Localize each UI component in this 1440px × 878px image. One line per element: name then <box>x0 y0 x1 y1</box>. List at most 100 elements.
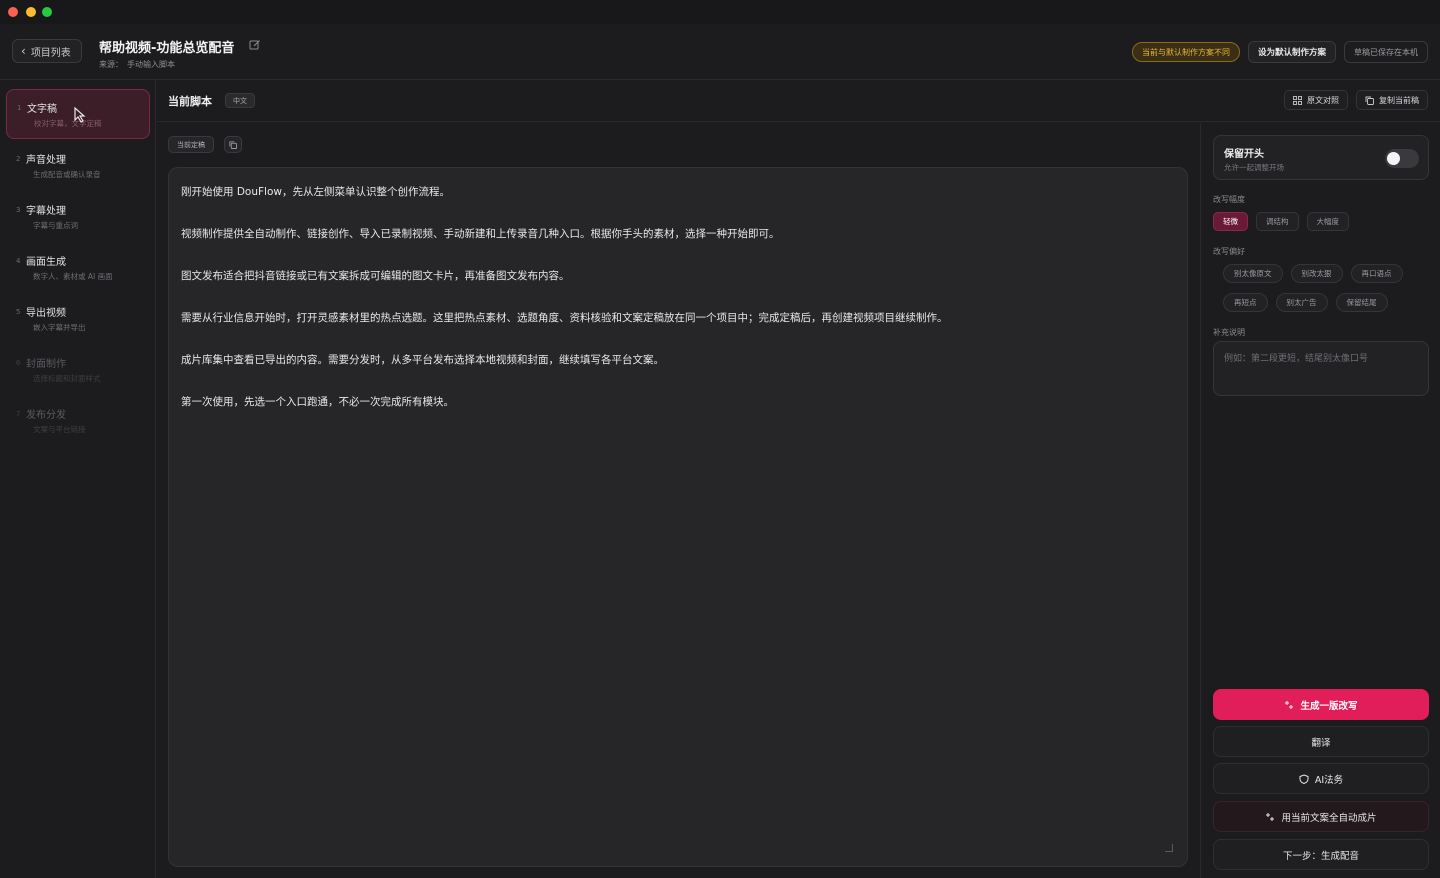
copy-draft-button[interactable]: 复制当前稿 <box>1356 90 1428 110</box>
step-description: 嵌入字幕并导出 <box>33 323 86 332</box>
auto-produce-button[interactable]: 用当前文案全自动成片 <box>1213 801 1429 832</box>
source-value: 手动输入脚本 <box>127 60 175 69</box>
script-header: 当前脚本 中文 原文对照 复制当前稿 <box>157 80 1440 122</box>
step-label: 声音处理 <box>26 155 66 166</box>
step-label: 字幕处理 <box>26 206 66 217</box>
sidebar-item-publish[interactable]: 7 发布分发 文案与平台链接 <box>6 396 150 446</box>
step-number: 1 <box>17 104 22 112</box>
step-label: 文字稿 <box>27 104 57 115</box>
project-source: 来源： 手动输入脚本 <box>99 59 175 70</box>
step-label: 发布分发 <box>26 410 66 421</box>
script-title: 当前脚本 <box>168 95 212 108</box>
rewrite-panel: 保留开头 允许一起调整开场 改写幅度 轻微 调结构 大幅度 改写偏好 别太像原文… <box>1200 123 1440 878</box>
preference-chip[interactable]: 别太像原文 <box>1223 264 1283 283</box>
note-input[interactable]: 例如：第二段更短，结尾别太像口号 <box>1213 341 1429 396</box>
language-tag: 中文 <box>225 93 255 108</box>
back-label: 项目列表 <box>30 47 71 59</box>
preference-row-1: 别太像原文 别改太狠 再口语点 <box>1223 264 1403 283</box>
keep-opening-toggle[interactable] <box>1385 149 1419 168</box>
step-description: 生成配音或确认录音 <box>33 170 101 179</box>
app-header: ‹ 项目列表 帮助视频-功能总览配音 来源： 手动输入脚本 当前与默认制作方案不… <box>0 24 1440 80</box>
step-description: 选择标题和封面样式 <box>33 374 101 383</box>
preference-row-2: 再短点 别太广告 保留结尾 <box>1223 293 1388 312</box>
step-description: 校对字幕，文字定稿 <box>34 119 102 128</box>
keep-opening-description: 允许一起调整开场 <box>1224 163 1284 172</box>
generate-rewrite-button[interactable]: 生成一版改写 <box>1213 689 1429 720</box>
translate-label: 翻译 <box>1311 737 1331 749</box>
minimize-window-button[interactable] <box>26 7 36 17</box>
step-number: 5 <box>16 308 21 316</box>
sidebar-item-visuals[interactable]: 4 画面生成 数字人、素材或 AI 画面 <box>6 243 150 293</box>
copy-icon <box>1365 96 1374 105</box>
step-number: 6 <box>16 359 21 367</box>
copy-label: 复制当前稿 <box>1379 95 1419 105</box>
source-label: 来源： <box>99 60 123 69</box>
workflow-sidebar: 1 文字稿 校对字幕，文字定稿 2 声音处理 生成配音或确认录音 3 字幕处理 … <box>0 80 156 878</box>
sidebar-item-export[interactable]: 5 导出视频 嵌入字幕并导出 <box>6 294 150 344</box>
grid-icon <box>1293 95 1302 105</box>
toggle-knob <box>1387 152 1400 165</box>
script-paragraph: 图文发布适合把抖音链接或已有文案拆成可编辑的图文卡片，再准备图文发布内容。 <box>181 270 570 282</box>
next-step-button[interactable]: 下一步：生成配音 <box>1213 839 1429 870</box>
compare-label: 原文对照 <box>1307 95 1339 105</box>
step-number: 3 <box>16 206 21 214</box>
step-label: 画面生成 <box>26 257 66 268</box>
preference-chip[interactable]: 保留结尾 <box>1335 293 1388 312</box>
window-titlebar <box>0 0 1440 24</box>
preference-chip[interactable]: 再口语点 <box>1350 264 1403 283</box>
step-number: 7 <box>16 410 21 418</box>
chevron-left-icon: ‹ <box>21 44 26 58</box>
preference-chip[interactable]: 别太广告 <box>1275 293 1328 312</box>
ai-legal-button[interactable]: AI法务 <box>1213 763 1429 794</box>
amplitude-option-structure[interactable]: 调结构 <box>1256 212 1299 231</box>
amplitude-label: 改写幅度 <box>1213 195 1245 204</box>
sparkle-icon <box>1266 812 1275 821</box>
sidebar-item-cover[interactable]: 6 封面制作 选择标题和封面样式 <box>6 345 150 395</box>
translate-button[interactable]: 翻译 <box>1213 726 1429 757</box>
mouse-cursor-icon <box>74 107 86 123</box>
step-number: 2 <box>16 155 21 163</box>
project-title: 帮助视频-功能总览配音 <box>99 41 235 56</box>
step-label: 导出视频 <box>26 308 66 319</box>
shield-icon <box>1299 773 1309 784</box>
copy-icon <box>229 140 237 149</box>
script-paragraph: 成片库集中查看已导出的内容。需要分发时，从多平台发布选择本地视频和封面，继续填写… <box>181 354 664 366</box>
copy-text-button[interactable] <box>224 136 242 153</box>
sidebar-item-script[interactable]: 1 文字稿 校对字幕，文字定稿 <box>6 89 150 139</box>
step-label: 封面制作 <box>26 359 66 370</box>
sidebar-item-subtitles[interactable]: 3 字幕处理 字幕与重点词 <box>6 192 150 242</box>
save-status-badge: 草稿已保存在本机 <box>1344 41 1428 63</box>
plan-mismatch-badge: 当前与默认制作方案不同 <box>1131 42 1240 62</box>
step-description: 文案与平台链接 <box>33 425 86 434</box>
next-step-label: 下一步：生成配音 <box>1282 850 1359 862</box>
step-description: 字幕与重点词 <box>33 221 78 230</box>
keep-opening-card: 保留开头 允许一起调整开场 <box>1213 135 1429 180</box>
generate-label: 生成一版改写 <box>1300 700 1358 712</box>
step-number: 4 <box>16 257 21 265</box>
set-default-plan-button[interactable]: 设为默认制作方案 <box>1247 41 1336 63</box>
amplitude-option-major[interactable]: 大幅度 <box>1306 212 1349 231</box>
preference-chip[interactable]: 再短点 <box>1223 293 1268 312</box>
sidebar-item-voice[interactable]: 2 声音处理 生成配音或确认录音 <box>6 141 150 191</box>
auto-produce-label: 用当前文案全自动成片 <box>1281 812 1377 824</box>
amplitude-option-light[interactable]: 轻微 <box>1213 212 1248 231</box>
back-to-projects-button[interactable]: ‹ 项目列表 <box>12 39 82 63</box>
compare-original-button[interactable]: 原文对照 <box>1284 90 1348 110</box>
script-paragraph: 视频制作提供全自动制作、链接创作、导入已录制视频、手动新建和上传录音几种入口。根… <box>181 228 780 240</box>
preference-chip[interactable]: 别改太狠 <box>1290 264 1343 283</box>
note-label: 补充说明 <box>1213 328 1245 337</box>
step-description: 数字人、素材或 AI 画面 <box>33 272 113 281</box>
resize-handle[interactable] <box>1165 844 1173 852</box>
current-draft-tag[interactable]: 当前定稿 <box>168 136 214 153</box>
script-paragraph: 需要从行业信息开始时，打开灵感素材里的热点选题。这里把热点素材、选题角度、资料核… <box>181 312 948 324</box>
ai-legal-label: AI法务 <box>1314 774 1344 786</box>
preference-label: 改写偏好 <box>1213 247 1245 256</box>
script-editor[interactable]: 刚开始使用 DouFlow，先从左侧菜单认识整个创作流程。 视频制作提供全自动制… <box>168 167 1188 867</box>
editor-zone: 当前定稿 刚开始使用 DouFlow，先从左侧菜单认识整个创作流程。 视频制作提… <box>157 123 1199 878</box>
edit-title-icon[interactable] <box>249 39 261 51</box>
amplitude-options: 轻微 调结构 大幅度 <box>1213 212 1349 231</box>
maximize-window-button[interactable] <box>42 7 52 17</box>
script-paragraph: 第一次使用，先选一个入口跑通，不必一次完成所有模块。 <box>181 396 454 408</box>
close-window-button[interactable] <box>8 7 18 17</box>
sparkle-icon <box>1285 700 1294 709</box>
